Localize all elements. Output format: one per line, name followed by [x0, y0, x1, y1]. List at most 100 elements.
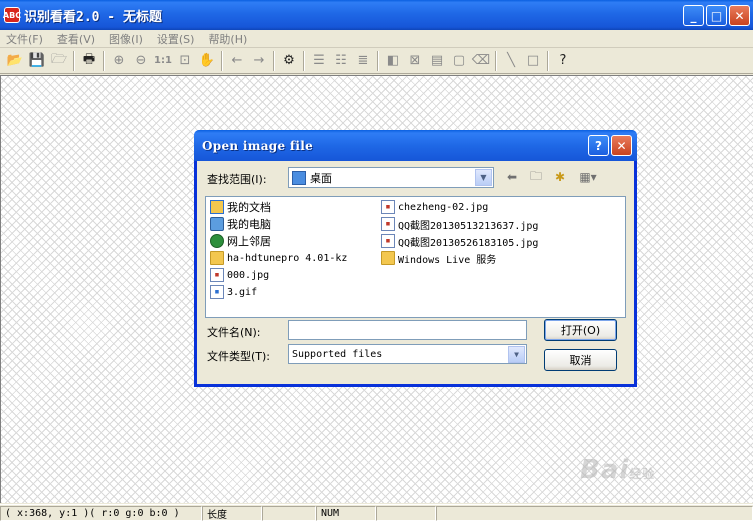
image-file-icon: ▪	[381, 200, 395, 214]
rectangle-icon[interactable]: □	[522, 50, 544, 72]
menu-image[interactable]: 图像(I)	[103, 31, 151, 47]
close-icon: ✕	[734, 8, 745, 23]
layout-icon-2[interactable]: ⊠	[404, 50, 426, 72]
look-in-label: 查找范围(I):	[207, 173, 267, 186]
status-coords: ( x:368, y:1 )( r:0 g:0 b:0 )	[0, 505, 202, 521]
help-icon[interactable]: ?	[552, 50, 574, 72]
image-file-icon: ▪	[381, 217, 395, 231]
scan-icon[interactable]: ⚙	[278, 50, 300, 72]
desktop-icon	[292, 170, 306, 185]
toolbar-separator	[73, 50, 75, 71]
open-button[interactable]: 打开(O)	[544, 319, 617, 341]
list-item[interactable]: ha-hdtunepro 4.01-kz	[210, 250, 347, 266]
list-item[interactable]: ▪ QQ截图20130526183105.jpg	[381, 233, 538, 249]
chevron-down-icon[interactable]: ▼	[508, 346, 525, 363]
cancel-button[interactable]: 取消	[544, 349, 617, 371]
align-icon-2[interactable]: ☷	[330, 50, 352, 72]
new-folder-icon[interactable]: ✱	[551, 169, 569, 185]
toolbar-separator	[377, 50, 379, 71]
eraser-icon[interactable]: ⌫	[470, 50, 492, 72]
menu-help[interactable]: 帮助(H)	[202, 31, 255, 47]
arrow-right-icon[interactable]: →	[248, 50, 270, 72]
dialog-help-button[interactable]: ?	[588, 135, 609, 156]
open-icon[interactable]: 📂	[4, 50, 26, 72]
zoom-out-icon[interactable]: ⊖	[130, 50, 152, 72]
fit-icon[interactable]: ⊡	[174, 50, 196, 72]
network-icon	[210, 234, 224, 248]
layout-icon-3[interactable]: ▤	[426, 50, 448, 72]
open-file-dialog: Open image file ? ✕ 查找范围(I): 桌面 ▼ ⬅ 🗀 ✱ …	[194, 130, 637, 387]
status-blank-2	[376, 505, 436, 521]
look-in-value: 桌面	[310, 171, 332, 185]
computer-icon	[210, 217, 224, 231]
list-item[interactable]: 我的电脑	[210, 216, 271, 232]
list-item[interactable]: ▪ QQ截图20130513213637.jpg	[381, 216, 538, 232]
status-length: 长度	[202, 505, 262, 521]
folder-icon	[210, 251, 224, 265]
status-num: NUM	[316, 505, 376, 521]
menu-view[interactable]: 查看(V)	[51, 31, 103, 47]
dialog-close-button[interactable]: ✕	[611, 135, 632, 156]
folder-icon	[381, 251, 395, 265]
maximize-icon: □	[710, 8, 723, 23]
window-title: 识别看看2.0 - 无标题	[24, 9, 162, 25]
toolbar-separator	[495, 50, 497, 71]
line-icon[interactable]: ╲	[500, 50, 522, 72]
close-button[interactable]: ✕	[729, 5, 750, 26]
watermark: Bai经验	[580, 455, 656, 485]
gif-file-icon: ▪	[210, 285, 224, 299]
save-icon[interactable]: 💾	[26, 50, 48, 72]
app-icon: ABC	[3, 7, 21, 23]
image-file-icon: ▪	[381, 234, 395, 248]
back-icon[interactable]: ⬅	[503, 169, 521, 185]
toolbar-separator	[103, 50, 105, 71]
filetype-dropdown[interactable]: Supported files ▼	[288, 344, 527, 364]
filename-input[interactable]	[288, 320, 527, 340]
list-item[interactable]: Windows Live 服务	[381, 250, 496, 266]
dialog-title-bar: Open image file ? ✕	[194, 130, 637, 161]
toolbar: 📂 💾 🗁 🖶 ⊕ ⊖ 1:1 ⊡ ✋ ← → ⚙ ☰ ☷ ≣ ◧ ⊠ ▤ ▢ …	[0, 48, 753, 74]
align-icon-1[interactable]: ☰	[308, 50, 330, 72]
toolbar-separator	[221, 50, 223, 71]
file-list[interactable]: 我的文档 我的电脑 网上邻居 ha-hdtunepro 4.01-kz ▪ 00…	[205, 196, 626, 318]
dialog-body: 查找范围(I): 桌面 ▼ ⬅ 🗀 ✱ ▦▾ 我的文档 我的电脑 网上邻居 ha…	[197, 161, 634, 384]
hand-icon[interactable]: ✋	[196, 50, 218, 72]
menu-settings[interactable]: 设置(S)	[151, 31, 203, 47]
image-file-icon: ▪	[210, 268, 224, 282]
list-item[interactable]: ▪ 3.gif	[210, 284, 257, 300]
arrow-left-icon[interactable]: ←	[226, 50, 248, 72]
up-folder-icon[interactable]: 🗀	[527, 169, 545, 185]
filetype-value: Supported files	[292, 348, 383, 360]
documents-folder-icon	[210, 200, 224, 214]
question-icon: ?	[595, 138, 602, 153]
status-blank-1	[262, 505, 316, 521]
list-item[interactable]: ▪ chezheng-02.jpg	[381, 199, 488, 215]
menu-bar: 文件(F) 查看(V) 图像(I) 设置(S) 帮助(H)	[0, 30, 753, 48]
layout-icon-4[interactable]: ▢	[448, 50, 470, 72]
minimize-icon: _	[690, 8, 697, 23]
layout-icon-1[interactable]: ◧	[382, 50, 404, 72]
dialog-title: Open image file	[202, 138, 314, 153]
menu-file[interactable]: 文件(F)	[0, 31, 51, 47]
look-in-dropdown[interactable]: 桌面 ▼	[288, 167, 494, 188]
open-folder-icon[interactable]: 🗁	[48, 50, 70, 72]
zoom-1to1-button[interactable]: 1:1	[152, 50, 174, 72]
status-bar: ( x:368, y:1 )( r:0 g:0 b:0 ) 长度 NUM	[0, 504, 753, 521]
title-bar: ABC 识别看看2.0 - 无标题 _ □ ✕	[0, 0, 753, 30]
list-item[interactable]: 我的文档	[210, 199, 271, 215]
align-icon-3[interactable]: ≣	[352, 50, 374, 72]
zoom-in-icon[interactable]: ⊕	[108, 50, 130, 72]
maximize-button[interactable]: □	[706, 5, 727, 26]
status-blank-3	[436, 505, 753, 521]
filetype-label: 文件类型(T):	[207, 350, 271, 363]
list-item[interactable]: 网上邻居	[210, 233, 271, 249]
toolbar-separator	[303, 50, 305, 71]
close-icon: ✕	[616, 138, 627, 153]
print-icon[interactable]: 🖶	[78, 50, 100, 72]
list-item[interactable]: ▪ 000.jpg	[210, 267, 269, 283]
chevron-down-icon[interactable]: ▼	[475, 169, 492, 186]
toolbar-separator	[273, 50, 275, 71]
view-menu-icon[interactable]: ▦▾	[575, 169, 601, 185]
filename-label: 文件名(N):	[207, 326, 261, 339]
minimize-button[interactable]: _	[683, 5, 704, 26]
